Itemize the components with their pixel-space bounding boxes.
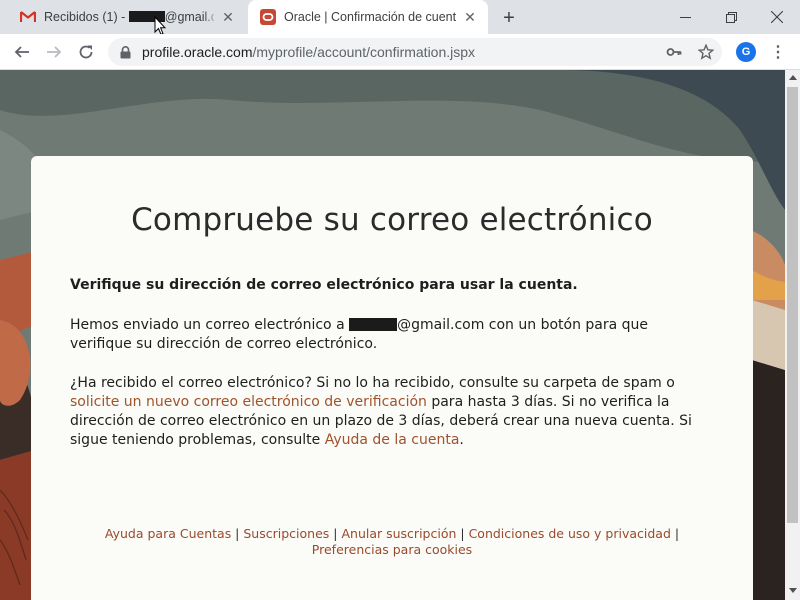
scroll-down-arrow-icon[interactable]: [785, 583, 800, 598]
new-tab-plus-icon[interactable]: +: [498, 7, 520, 29]
minimize-icon[interactable]: [662, 0, 708, 34]
close-window-icon[interactable]: [754, 0, 800, 34]
footer-link-unsubscribe[interactable]: Anular suscripción: [341, 526, 456, 541]
address-bar[interactable]: profile.oracle.com/myprofile/account/con…: [108, 38, 722, 66]
account-help-link[interactable]: Ayuda de la cuenta: [325, 432, 460, 448]
bookmark-star-icon[interactable]: [698, 44, 714, 60]
page-title: Compruebe su correo electrónico: [131, 202, 653, 238]
scroll-up-arrow-icon[interactable]: [785, 70, 800, 85]
oracle-icon: [260, 9, 276, 25]
footer-link-cookie-preferences[interactable]: Preferencias para cookies: [312, 542, 472, 557]
verify-lead-text: Verifique su dirección de correo electró…: [70, 277, 578, 293]
mouse-cursor-icon: [154, 16, 166, 36]
tab-title-fade: [204, 8, 218, 26]
lock-icon[interactable]: [118, 45, 132, 59]
vertical-scrollbar[interactable]: [785, 70, 800, 600]
profile-avatar[interactable]: G: [736, 42, 756, 62]
email-sent-paragraph: Hemos enviado un correo electrónico a @g…: [70, 317, 649, 352]
close-tab-icon[interactable]: ✕: [462, 9, 478, 25]
confirmation-card: Compruebe su correo electrónico Verifiqu…: [31, 156, 753, 600]
tab-strip: Recibidos (1) - @gmail.com ✕ Oracle | Co…: [0, 0, 800, 36]
key-icon[interactable]: [666, 44, 682, 60]
page-viewport: Compruebe su correo electrónico Verifiqu…: [0, 70, 785, 600]
resend-verification-link[interactable]: solicite un nuevo correo electrónico de …: [70, 394, 427, 410]
footer-link-account-help[interactable]: Ayuda para Cuentas: [105, 526, 231, 541]
browser-toolbar: profile.oracle.com/myprofile/account/con…: [0, 34, 800, 70]
url-path: /myprofile/account/confirmation.jspx: [252, 44, 476, 60]
kebab-menu-icon[interactable]: ⋮: [770, 42, 786, 62]
tab-gmail[interactable]: Recibidos (1) - @gmail.com ✕: [8, 0, 246, 34]
tab-oracle[interactable]: Oracle | Confirmación de cuenta ✕: [248, 0, 488, 34]
received-paragraph: ¿Ha recibido el correo electrónico? Si n…: [70, 375, 692, 448]
tab-title: Oracle | Confirmación de cuenta: [284, 10, 456, 24]
scrollbar-thumb[interactable]: [787, 87, 798, 523]
footer-link-terms-privacy[interactable]: Condiciones de uso y privacidad: [469, 526, 671, 541]
gmail-icon: [20, 9, 36, 25]
restore-icon[interactable]: [708, 0, 754, 34]
close-tab-icon[interactable]: ✕: [220, 9, 236, 25]
footer-links: Ayuda para Cuentas | Suscripciones | Anu…: [104, 526, 680, 557]
redacted-username: [349, 318, 398, 331]
tab-title: Recibidos (1) - @gmail.com: [44, 10, 214, 24]
back-arrow-icon[interactable]: [10, 40, 34, 64]
reload-icon[interactable]: [74, 40, 98, 64]
forward-arrow-icon[interactable]: [42, 40, 66, 64]
footer-link-subscriptions[interactable]: Suscripciones: [243, 526, 329, 541]
url-host: profile.oracle.com: [142, 44, 253, 60]
